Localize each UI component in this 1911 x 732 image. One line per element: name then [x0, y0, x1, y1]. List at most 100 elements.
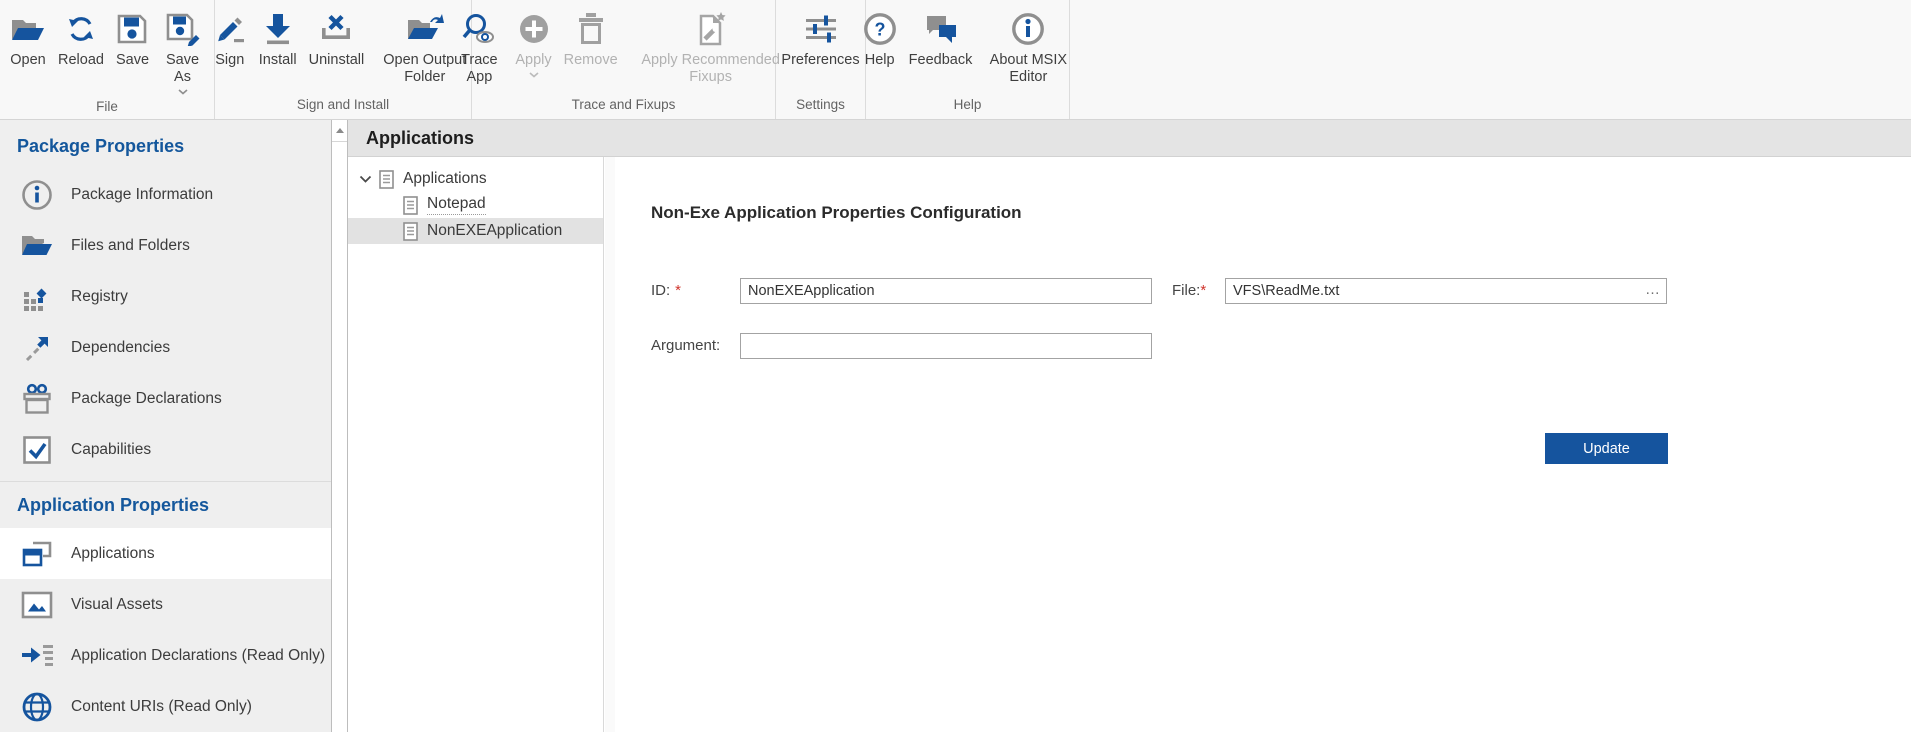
applications-tree-panel: Applications Notepad NonEXEApplication [348, 157, 604, 732]
sidebar-item-label: Files and Folders [71, 237, 190, 255]
required-asterisk: * [675, 282, 681, 299]
browse-ellipsis-button[interactable]: … [1645, 278, 1661, 304]
remove-button[interactable]: Remove [559, 5, 623, 70]
sidebar-item-label: Content URIs (Read Only) [71, 698, 252, 716]
form-heading: Non-Exe Application Properties Configura… [651, 203, 1022, 223]
tree-splitter[interactable] [605, 157, 615, 732]
info-icon [20, 178, 54, 212]
save-as-button[interactable]: Save As [156, 5, 209, 96]
apply-recommended-fixups-button[interactable]: Apply Recommended Fixups [625, 5, 797, 87]
id-field-label: ID:* [651, 278, 681, 304]
sidebar-heading-package-properties: Package Properties [0, 120, 331, 169]
tree-root-label: Applications [403, 170, 487, 188]
sidebar-item-package-information[interactable]: Package Information [0, 169, 331, 220]
document-icon [403, 196, 418, 215]
ribbon-group-trace-fixups: Trace App Apply Remove [472, 0, 776, 119]
ribbon-group-file-label: File [0, 96, 214, 121]
app-windows-icon [20, 537, 54, 571]
id-input[interactable] [740, 278, 1152, 304]
reload-icon [65, 6, 97, 52]
chevron-down-icon [178, 89, 188, 95]
ribbon-group-sign-install: Sign Install Uninstall Open Output Folde… [215, 0, 472, 119]
install-button[interactable]: Install [254, 5, 302, 70]
checkbox-icon [20, 433, 54, 467]
tree-item-label: Notepad [427, 195, 486, 215]
sidebar-item-application-declarations[interactable]: Application Declarations (Read Only) [0, 630, 331, 681]
sidebar-item-capabilities[interactable]: Capabilities [0, 424, 331, 475]
registry-icon [20, 280, 54, 314]
file-field-label: File:* [1172, 278, 1206, 304]
sidebar-item-label: Package Information [71, 186, 213, 204]
save-as-button-label: Save As [161, 52, 204, 86]
about-msix-editor-button[interactable]: About MSIX Editor [979, 5, 1077, 87]
trace-app-button[interactable]: Trace App [450, 5, 508, 87]
sidebar-scrollbar[interactable] [331, 120, 348, 732]
trash-icon [576, 6, 606, 52]
argument-input[interactable] [740, 333, 1152, 359]
sidebar-item-label: Package Declarations [71, 390, 222, 408]
preferences-button-label: Preferences [781, 52, 859, 69]
save-button[interactable]: Save [111, 5, 154, 70]
save-icon [116, 6, 148, 52]
sidebar-item-dependencies[interactable]: Dependencies [0, 322, 331, 373]
ribbon-group-settings: Preferences Settings [776, 0, 866, 119]
sidebar-heading-application-properties: Application Properties [0, 482, 331, 528]
install-arrow-icon [262, 6, 294, 52]
argument-field-label: Argument: [651, 333, 720, 359]
tree-item-label: NonEXEApplication [427, 222, 562, 240]
sidebar-item-label: Registry [71, 288, 128, 306]
remove-button-label: Remove [564, 52, 618, 69]
open-button-label: Open [10, 52, 45, 69]
document-icon [403, 222, 418, 241]
help-button-label: Help [865, 52, 895, 69]
tree-root-applications[interactable]: Applications [348, 166, 603, 192]
sidebar-item-label: Capabilities [71, 441, 151, 459]
sidebar-item-package-declarations[interactable]: Package Declarations [0, 373, 331, 424]
ribbon-group-settings-label: Settings [776, 94, 865, 119]
sidebar-item-registry[interactable]: Registry [0, 271, 331, 322]
image-icon [20, 588, 54, 622]
arrow-list-icon [20, 639, 54, 673]
uninstall-x-icon [319, 6, 353, 52]
help-button[interactable]: ? Help [858, 5, 902, 70]
file-input[interactable] [1225, 278, 1667, 304]
feedback-button-label: Feedback [909, 52, 973, 69]
open-folder-icon [10, 6, 46, 52]
ribbon-group-trace-fixups-label: Trace and Fixups [472, 94, 775, 119]
tree-item-nonexeapplication[interactable]: NonEXEApplication [348, 218, 603, 244]
apply-button-label: Apply [515, 52, 551, 69]
sign-button[interactable]: Sign [208, 5, 252, 70]
scrollbar-up-arrow[interactable] [332, 120, 347, 142]
document-icon [379, 170, 394, 189]
update-button[interactable]: Update [1545, 433, 1668, 464]
sliders-icon [804, 6, 838, 52]
ribbon-toolbar: Open Reload Save Save As [0, 0, 1911, 120]
sidebar-item-label: Dependencies [71, 339, 170, 357]
pencil-sign-icon [213, 6, 247, 52]
open-button[interactable]: Open [5, 5, 51, 70]
tree-item-notepad[interactable]: Notepad [348, 192, 603, 218]
chevron-down-icon [529, 72, 539, 78]
save-button-label: Save [116, 52, 149, 69]
save-as-icon [165, 6, 201, 52]
apply-button[interactable]: Apply [510, 5, 556, 79]
sidebar-item-files-and-folders[interactable]: Files and Folders [0, 220, 331, 271]
reload-button[interactable]: Reload [53, 5, 109, 70]
up-triangle-icon [336, 128, 344, 133]
about-msix-editor-label: About MSIX Editor [984, 52, 1072, 86]
sidebar-item-label: Applications [71, 545, 155, 563]
trace-app-label: Trace App [455, 52, 503, 86]
sidebar-item-visual-assets[interactable]: Visual Assets [0, 579, 331, 630]
ribbon-group-help: ? Help Feedback About MSIX Editor Help [866, 0, 1070, 119]
sidebar-item-content-uris[interactable]: Content URIs (Read Only) [0, 681, 331, 732]
fixups-wrench-page-icon [694, 6, 728, 52]
required-asterisk: * [1200, 282, 1206, 299]
page-title: Applications [366, 128, 474, 149]
feedback-button[interactable]: Feedback [904, 5, 978, 70]
sidebar-item-label: Visual Assets [71, 596, 163, 614]
sidebar-item-applications[interactable]: Applications [0, 528, 331, 579]
chevron-down-icon[interactable] [359, 175, 372, 184]
uninstall-button[interactable]: Uninstall [304, 5, 370, 70]
application-properties-form: Non-Exe Application Properties Configura… [615, 157, 1911, 732]
preferences-button[interactable]: Preferences [776, 5, 864, 70]
